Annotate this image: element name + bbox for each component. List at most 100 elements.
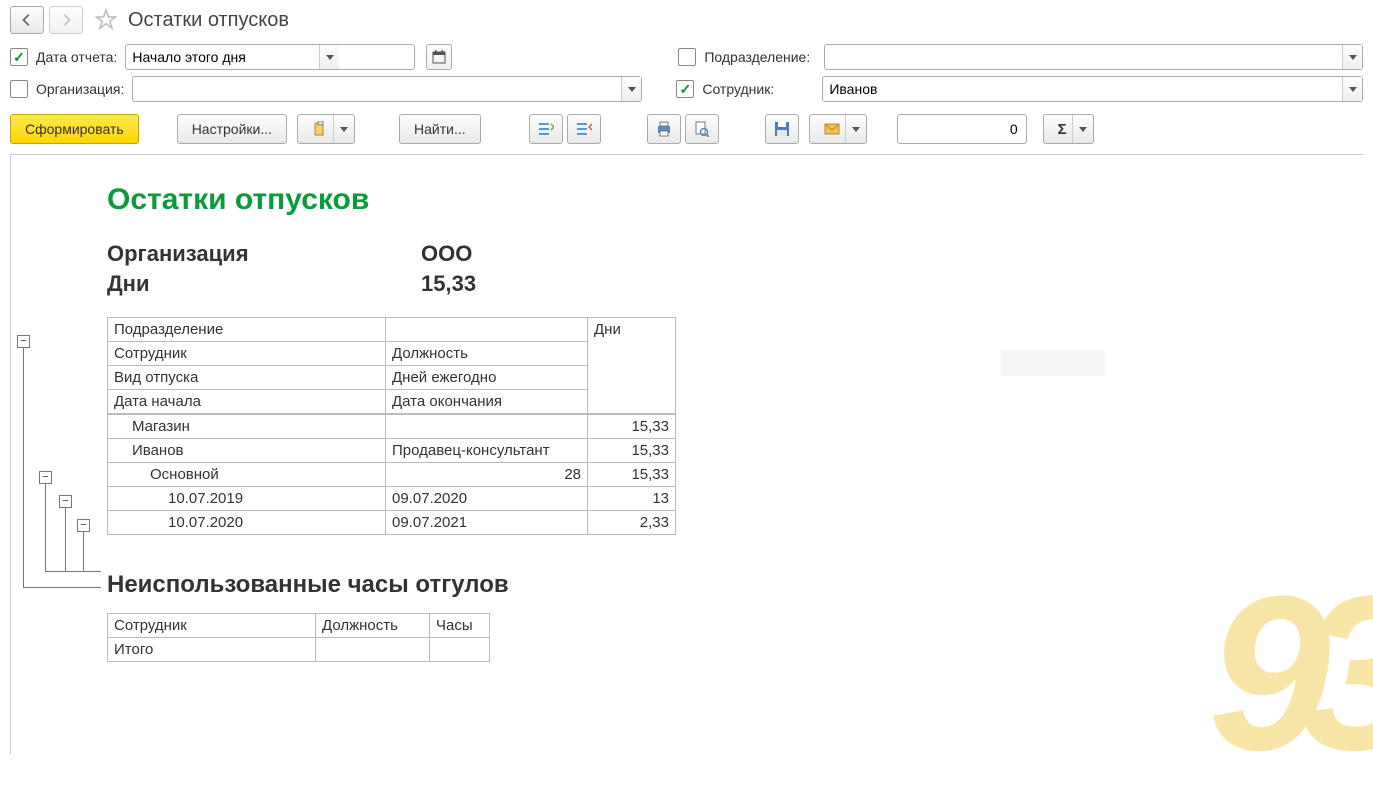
table-row: 10.07.202009.07.20212,33 xyxy=(108,511,676,535)
calendar-icon xyxy=(432,50,446,64)
data-cell: 09.07.2021 xyxy=(386,511,588,535)
data-cell: Магазин xyxy=(108,415,386,439)
sec2-total-label: Итого xyxy=(108,638,316,662)
employee-combo[interactable] xyxy=(822,76,1363,102)
settings-button-label: Настройки... xyxy=(192,121,272,137)
toolbar: Сформировать Настройки... Найти... xyxy=(0,106,1373,154)
collapse-level-2[interactable]: − xyxy=(59,495,72,508)
table-row: ИвановПродавец-консультант15,33 xyxy=(108,439,676,463)
preview-button[interactable] xyxy=(685,114,719,144)
data-table: Магазин15,33ИвановПродавец-консультант15… xyxy=(107,414,676,535)
envelope-icon xyxy=(824,121,840,137)
overlay-box xyxy=(1001,350,1105,376)
table-row: Основной2815,33 xyxy=(108,463,676,487)
table-row: 10.07.201909.07.202013 xyxy=(108,487,676,511)
sec2-hdr-cell: Часы xyxy=(430,614,490,638)
data-cell: 10.07.2019 xyxy=(108,487,386,511)
collapse-level-3[interactable]: − xyxy=(77,519,90,532)
variant-dropdown-icon xyxy=(333,115,348,143)
subdivision-dropdown[interactable] xyxy=(1342,45,1362,69)
filter-row-1: Дата отчета: Подразделение: xyxy=(0,42,1373,74)
find-button[interactable]: Найти... xyxy=(399,114,481,144)
nav-back-button[interactable] xyxy=(10,6,44,34)
summary-days-label: Дни xyxy=(107,271,421,297)
collapse-all-button[interactable] xyxy=(567,114,601,144)
arrow-left-icon xyxy=(20,13,34,27)
printer-icon xyxy=(656,121,672,137)
diskette-icon xyxy=(774,121,790,137)
hdr-cell: Вид отпуска xyxy=(108,366,386,390)
subdivision-label: Подразделение: xyxy=(704,49,810,65)
collapse-level-1[interactable]: − xyxy=(39,471,52,484)
sigma-icon: Σ xyxy=(1058,121,1067,138)
title-bar: Остатки отпусков xyxy=(0,0,1373,42)
summary-org-label: Организация xyxy=(107,241,421,267)
favorite-star-icon[interactable] xyxy=(94,8,118,32)
data-cell: 15,33 xyxy=(588,439,676,463)
generate-button-label: Сформировать xyxy=(25,121,124,137)
sec2-hdr-cell: Должность xyxy=(316,614,430,638)
data-cell: 28 xyxy=(386,463,588,487)
sec2-cell xyxy=(316,638,430,662)
data-cell: 2,33 xyxy=(588,511,676,535)
subdivision-input[interactable] xyxy=(825,45,1342,69)
sum-dropdown-icon xyxy=(1072,115,1087,143)
subdivision-checkbox[interactable] xyxy=(678,48,696,66)
hdr-cell: Дни xyxy=(588,318,676,414)
report-body: Остатки отпусков Организация ООО Дни 15,… xyxy=(103,155,1363,754)
sec2-hdr-cell: Сотрудник xyxy=(108,614,316,638)
expand-all-button[interactable] xyxy=(529,114,563,144)
report-date-label: Дата отчета: xyxy=(36,49,117,65)
summary-days-value: 15,33 xyxy=(421,271,476,297)
settings-button[interactable]: Настройки... xyxy=(177,114,287,144)
variant-button[interactable] xyxy=(297,114,355,144)
sum-button[interactable]: Σ xyxy=(1043,114,1094,144)
print-button[interactable] xyxy=(647,114,681,144)
hdr-cell: Дата начала xyxy=(108,390,386,414)
data-cell: Продавец-консультант xyxy=(386,439,588,463)
organization-input[interactable] xyxy=(133,77,621,101)
organization-dropdown[interactable] xyxy=(621,77,641,101)
hdr-cell: Сотрудник xyxy=(108,342,386,366)
employee-input[interactable] xyxy=(823,77,1342,101)
send-dropdown-icon xyxy=(845,115,860,143)
report-area: − − − − Остатки отпусков Организация ООО… xyxy=(10,154,1363,754)
calendar-button[interactable] xyxy=(426,44,452,70)
organization-combo[interactable] xyxy=(132,76,642,102)
employee-dropdown[interactable] xyxy=(1342,77,1362,101)
report-date-combo[interactable] xyxy=(125,44,415,70)
arrow-right-icon xyxy=(59,13,73,27)
data-cell xyxy=(386,415,588,439)
organization-checkbox[interactable] xyxy=(10,80,28,98)
hdr-cell: Дней ежегодно xyxy=(386,366,588,390)
numeric-input[interactable] xyxy=(897,114,1027,144)
filter-row-2: Организация: Сотрудник: xyxy=(0,74,1373,106)
expand-tree-icon xyxy=(538,121,554,137)
report-date-checkbox[interactable] xyxy=(10,48,28,66)
table-row: Магазин15,33 xyxy=(108,415,676,439)
hdr-cell xyxy=(386,318,588,342)
section2-title: Неиспользованные часы отгулов xyxy=(107,571,1363,599)
save-button[interactable] xyxy=(765,114,799,144)
table-row: Сотрудник Должность Часы xyxy=(108,614,490,638)
employee-label: Сотрудник: xyxy=(702,81,814,97)
hdr-cell: Дата окончания xyxy=(386,390,588,414)
section2-table: Сотрудник Должность Часы Итого xyxy=(107,613,490,662)
collapse-level-0[interactable]: − xyxy=(17,335,30,348)
summary-org-value: ООО xyxy=(421,241,472,267)
table-row: Подразделение Дни xyxy=(108,318,676,342)
find-button-label: Найти... xyxy=(414,121,466,137)
generate-button[interactable]: Сформировать xyxy=(10,114,139,144)
subdivision-combo[interactable] xyxy=(824,44,1363,70)
send-button[interactable] xyxy=(809,114,867,144)
header-table: Подразделение Дни Сотрудник Должность Ви… xyxy=(107,317,676,414)
page-magnifier-icon xyxy=(694,121,710,137)
report-date-dropdown[interactable] xyxy=(319,45,339,69)
summary-days: Дни 15,33 xyxy=(107,271,1363,297)
report-title: Остатки отпусков xyxy=(107,183,1363,217)
report-date-input[interactable] xyxy=(126,45,319,69)
nav-forward-button[interactable] xyxy=(49,6,83,34)
hdr-cell: Должность xyxy=(386,342,588,366)
sec2-cell xyxy=(430,638,490,662)
employee-checkbox[interactable] xyxy=(676,80,694,98)
